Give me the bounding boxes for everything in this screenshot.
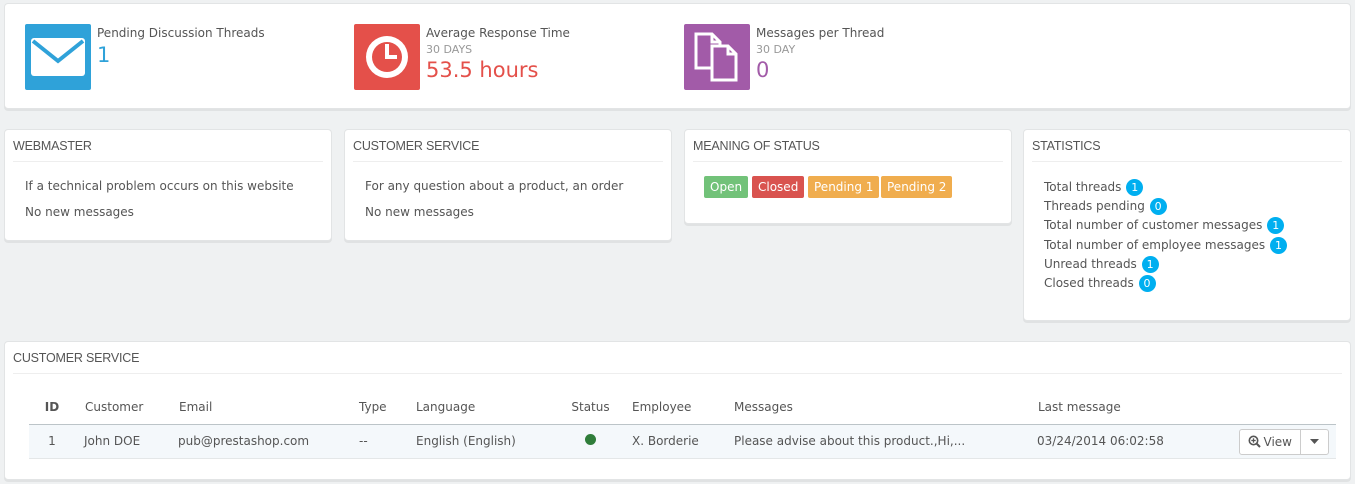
table-header-row: ID Customer Email Type Language Status E…	[29, 390, 1336, 425]
cell-customer: John DOE	[75, 424, 171, 459]
last-message-date: 03/24/2014 06:02:58	[1037, 434, 1164, 448]
column-header-language[interactable]: Language	[413, 390, 561, 425]
statistics-panel: STATISTICS Total threads 1 Threads pendi…	[1023, 129, 1351, 321]
panel-heading: CUSTOMER SERVICE	[13, 342, 1342, 374]
threads-table: ID Customer Email Type Language Status E…	[29, 390, 1336, 459]
panel-heading: CUSTOMER SERVICE	[353, 130, 663, 162]
copy-documents-icon	[684, 24, 750, 90]
kpi-subtitle: 30 DAY	[756, 43, 796, 56]
stat-label: Total threads	[1044, 180, 1122, 194]
kpi-value: 0	[756, 58, 770, 82]
stat-badge: 0	[1149, 198, 1167, 215]
stat-customer-messages: Total number of customer messages 1	[1044, 216, 1285, 234]
stat-employee-messages: Total number of employee messages 1	[1044, 236, 1287, 254]
meaning-of-status-panel: MEANING OF STATUS Open Closed Pending 1 …	[684, 129, 1012, 224]
column-header-email[interactable]: Email	[171, 390, 356, 425]
status-label-pending-2: Pending 2	[881, 176, 953, 198]
status-label-open: Open	[704, 176, 749, 198]
column-header-customer[interactable]: Customer	[75, 390, 171, 425]
zoom-in-icon	[1248, 435, 1261, 448]
stat-badge: 0	[1138, 275, 1156, 292]
stat-label: Unread threads	[1044, 257, 1137, 271]
column-header-id[interactable]: ID	[29, 390, 75, 425]
panel-description: For any question about a product, an ord…	[365, 179, 624, 193]
kpi-subtitle: 30 DAYS	[426, 43, 473, 56]
stat-closed-threads: Closed threads 0	[1044, 274, 1156, 292]
cell-employee: X. Borderie	[620, 424, 722, 459]
status-label-pending-1: Pending 1	[808, 176, 880, 198]
kpi-pending-threads: Pending Discussion Threads 1	[25, 24, 325, 90]
cell-last-message: 03/24/2014 06:02:58 View	[1025, 424, 1336, 459]
column-header-last-message[interactable]: Last message	[1025, 390, 1336, 425]
stat-label: Total number of customer messages	[1044, 218, 1263, 232]
webmaster-panel: WEBMASTER If a technical problem occurs …	[4, 129, 332, 241]
panel-description: If a technical problem occurs on this we…	[25, 179, 294, 193]
column-header-status[interactable]: Status	[561, 390, 620, 425]
cell-email: pub@prestashop.com	[171, 424, 356, 459]
stat-badge: 1	[1141, 256, 1159, 273]
panel-heading: WEBMASTER	[13, 130, 323, 162]
kpi-average-response-time: Average Response Time 30 DAYS 53.5 hours	[354, 24, 654, 90]
customer-threads-panel: CUSTOMER SERVICE ID Customer Email Type …	[4, 341, 1351, 480]
stat-badge: 1	[1269, 237, 1287, 254]
panel-status: No new messages	[365, 205, 474, 219]
stat-label: Threads pending	[1044, 199, 1145, 213]
caret-down-icon	[1310, 439, 1319, 444]
view-button[interactable]: View	[1240, 429, 1301, 454]
clock-icon	[354, 24, 420, 90]
cell-id: 1	[29, 424, 75, 459]
kpi-panel: Pending Discussion Threads 1 Average Res…	[4, 3, 1351, 109]
status-label-closed: Closed	[752, 176, 805, 198]
column-header-messages[interactable]: Messages	[722, 390, 1025, 425]
stat-badge: 1	[1126, 179, 1144, 196]
cell-status	[561, 424, 620, 459]
stat-total-threads: Total threads 1	[1044, 178, 1144, 196]
stat-badge: 1	[1267, 217, 1285, 234]
cell-type: --	[356, 424, 413, 459]
stat-label: Closed threads	[1044, 276, 1134, 290]
kpi-title: Messages per Thread	[756, 26, 885, 40]
view-button-label: View	[1263, 434, 1292, 449]
panel-status: No new messages	[25, 205, 134, 219]
kpi-messages-per-thread: Messages per Thread 30 DAY 0	[684, 24, 984, 90]
envelope-icon	[25, 24, 91, 90]
column-header-type[interactable]: Type	[356, 390, 413, 425]
customer-service-contact-panel: CUSTOMER SERVICE For any question about …	[344, 129, 672, 241]
cell-language: English (English)	[413, 424, 561, 459]
panel-heading: MEANING OF STATUS	[693, 130, 1003, 162]
actions-dropdown-toggle[interactable]	[1301, 430, 1328, 454]
stat-unread-threads: Unread threads 1	[1044, 255, 1159, 273]
kpi-title: Average Response Time	[426, 26, 570, 40]
stat-label: Total number of employee messages	[1044, 238, 1266, 252]
cell-messages: Please advise about this product.,Hi,...	[722, 424, 1025, 459]
kpi-value: 53.5 hours	[426, 58, 539, 82]
status-dot	[585, 434, 596, 445]
table-row[interactable]: 1 John DOE pub@prestashop.com -- English…	[29, 424, 1336, 459]
column-header-employee[interactable]: Employee	[620, 390, 722, 425]
stat-threads-pending: Threads pending 0	[1044, 197, 1167, 215]
kpi-title: Pending Discussion Threads	[97, 26, 265, 40]
kpi-value: 1	[97, 43, 111, 67]
row-actions: View	[1238, 428, 1329, 455]
panel-heading: STATISTICS	[1032, 130, 1342, 162]
